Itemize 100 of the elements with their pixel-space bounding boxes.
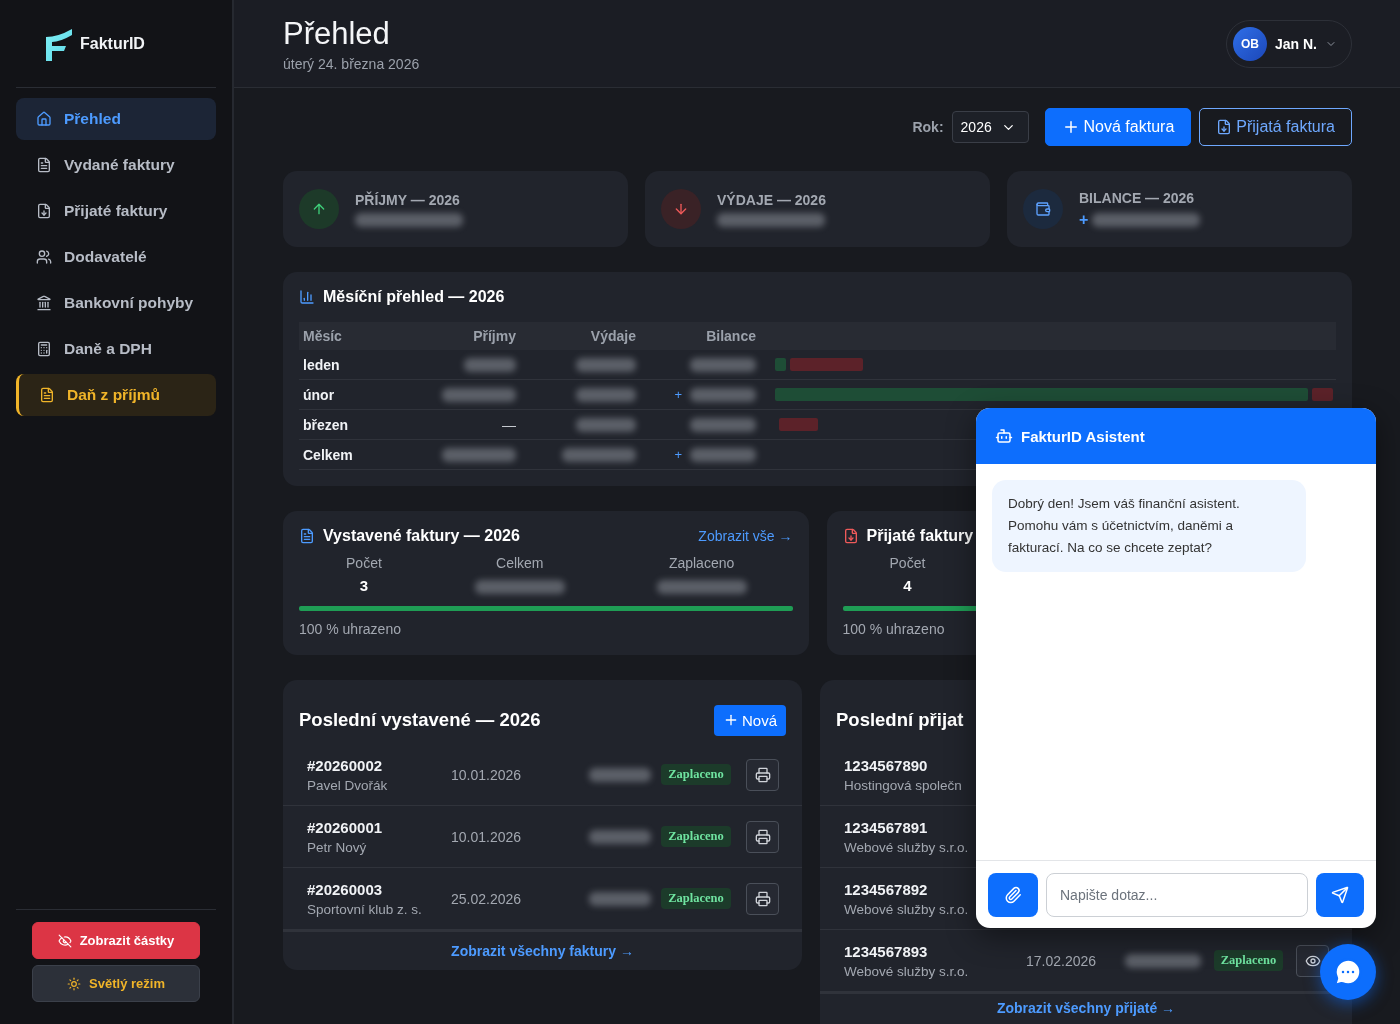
chat-title: FakturID Asistent xyxy=(1021,427,1145,445)
party-name: Hostingová společn xyxy=(844,777,962,793)
new-button[interactable]: Nová xyxy=(713,704,786,736)
page-title: Přehled xyxy=(283,15,391,52)
invoice-number: 1234567893 xyxy=(844,942,928,960)
nav-item[interactable]: Bankovní pohyby xyxy=(16,282,216,324)
year-label: Rok: xyxy=(912,119,944,135)
invoice-number: 1234567890 xyxy=(844,756,928,774)
invoice-number: 1234567892 xyxy=(844,880,928,898)
print-button[interactable] xyxy=(746,882,779,915)
nav-icon xyxy=(36,111,52,127)
column-header: Bilance xyxy=(705,328,756,344)
invoice-number: #20260001 xyxy=(307,818,383,836)
chat-message: Dobrý den! Jsem váš finanční asistent. Pomohu vám s účetnictvím, daněmi a fakturací. Na co se chcete zeptat? xyxy=(992,480,1306,572)
nav-icon xyxy=(36,203,52,219)
plus-sign: + xyxy=(674,447,682,462)
robot-icon xyxy=(995,427,1013,445)
logo-icon xyxy=(44,26,74,61)
stat-label: Počet xyxy=(346,555,382,571)
party-name: Webové služby s.r.o. xyxy=(844,901,969,917)
column-header: Výdaje xyxy=(589,328,636,344)
nav-item[interactable]: Daň z příjmů xyxy=(16,374,216,416)
nav-item[interactable]: Dodavatelé xyxy=(16,236,216,278)
view-all-link[interactable]: Zobrazit všechny přijaté → xyxy=(996,1000,1176,1016)
party-name: Pavel Dvořák xyxy=(307,777,388,793)
blurred-amount xyxy=(464,357,516,372)
card-title: Poslední vystavené — 2026 xyxy=(299,709,541,731)
stat-label: PŘÍJMY — 2026 xyxy=(355,191,461,208)
party-name: Sportovní klub z. s. xyxy=(307,901,422,917)
card-title: Vystavené faktury — 2026 xyxy=(323,527,520,545)
nav-item[interactable]: Přijaté faktury xyxy=(16,190,216,232)
month-cell-text: únor xyxy=(303,386,336,403)
paid-percentage: 100 % uhrazeno xyxy=(842,621,946,637)
bar-chart-icon xyxy=(299,289,315,305)
view-all-link[interactable]: Zobrazit vše → xyxy=(698,528,793,544)
show-amounts-button[interactable]: Zobrazit částky xyxy=(32,922,200,959)
nav-item[interactable]: Daně a DPH xyxy=(16,328,216,370)
page-date: úterý 24. března 2026 xyxy=(283,55,420,72)
paid-percentage: 100 % uhrazeno xyxy=(299,621,402,637)
card-title: Měsíční přehled — 2026 xyxy=(323,288,505,306)
print-button[interactable] xyxy=(746,820,779,853)
nav-item[interactable]: Vydané faktury xyxy=(16,144,216,186)
chat-button[interactable] xyxy=(1320,944,1376,1000)
chat-input[interactable]: Napište dotaz... xyxy=(1046,872,1308,917)
status-badge: Zaplaceno xyxy=(661,764,731,785)
theme-button[interactable]: Světlý režim xyxy=(32,965,200,1002)
send-icon xyxy=(1331,885,1349,904)
plus-sign: + xyxy=(1079,210,1089,229)
blurred-amount xyxy=(690,357,756,372)
invoice-date: 10.01.2026 xyxy=(451,828,523,845)
sun-icon xyxy=(67,976,82,991)
view-all-link[interactable]: Zobrazit všechny faktury → xyxy=(451,943,634,959)
printer-icon xyxy=(754,890,771,907)
file-download-icon xyxy=(842,528,859,544)
plus-sign: + xyxy=(674,387,682,402)
month-cell-text: březen xyxy=(303,416,350,433)
status-badge: Zaplaceno xyxy=(1213,950,1284,971)
status-badge: Zaplaceno xyxy=(661,888,731,909)
stat-label: Celkem xyxy=(496,555,544,571)
blurred-amount xyxy=(690,387,756,402)
arrow-up-icon xyxy=(299,189,339,229)
eye-off-icon xyxy=(57,933,72,948)
logo-text: FakturID xyxy=(80,34,145,53)
stat-value: 4 xyxy=(903,577,912,594)
nav-icon xyxy=(36,295,52,311)
printer-icon xyxy=(754,828,771,845)
stat-label: Zaplaceno xyxy=(668,555,735,571)
year-select[interactable]: 2026 xyxy=(951,111,1029,143)
nav-icon xyxy=(39,387,55,403)
blurred-amount xyxy=(690,447,756,462)
received-invoice-button[interactable]: Přijatá faktura xyxy=(1199,108,1352,146)
attach-button[interactable] xyxy=(988,872,1038,917)
invoice-date: 17.02.2026 xyxy=(1026,952,1098,969)
send-button[interactable] xyxy=(1316,872,1364,917)
invoice-number: 1234567891 xyxy=(844,818,928,836)
print-button[interactable] xyxy=(746,758,779,791)
party-name: Webové služby s.r.o. xyxy=(844,839,969,855)
month-cell-text: leden xyxy=(303,356,341,373)
nav-item[interactable]: Přehled xyxy=(16,98,216,140)
blurred-amount xyxy=(589,829,651,844)
arrow-down-icon xyxy=(661,189,701,229)
card-title: Přijaté faktury xyxy=(866,527,974,545)
party-name: Webové služby s.r.o. xyxy=(844,963,969,979)
nav-icon xyxy=(36,341,52,357)
file-download-icon xyxy=(1216,119,1233,135)
blurred-amount xyxy=(576,357,636,372)
stat-label: VÝDAJE — 2026 xyxy=(717,191,826,208)
new-invoice-button[interactable]: Nová faktura xyxy=(1044,108,1192,146)
printer-icon xyxy=(754,766,771,783)
status-badge: Zaplaceno xyxy=(661,826,731,847)
chat-bubble-icon xyxy=(1333,957,1363,987)
document-icon xyxy=(299,528,315,544)
nav-icon xyxy=(36,249,52,265)
blurred-amount xyxy=(690,417,756,432)
stat-value: 3 xyxy=(359,577,369,594)
column-header: Příjmy xyxy=(472,328,516,344)
invoice-date: 10.01.2026 xyxy=(451,766,523,783)
party-name: Petr Nový xyxy=(307,839,367,855)
month-cell-text: Celkem xyxy=(303,446,354,463)
user-name: Jan N. xyxy=(1275,35,1317,52)
